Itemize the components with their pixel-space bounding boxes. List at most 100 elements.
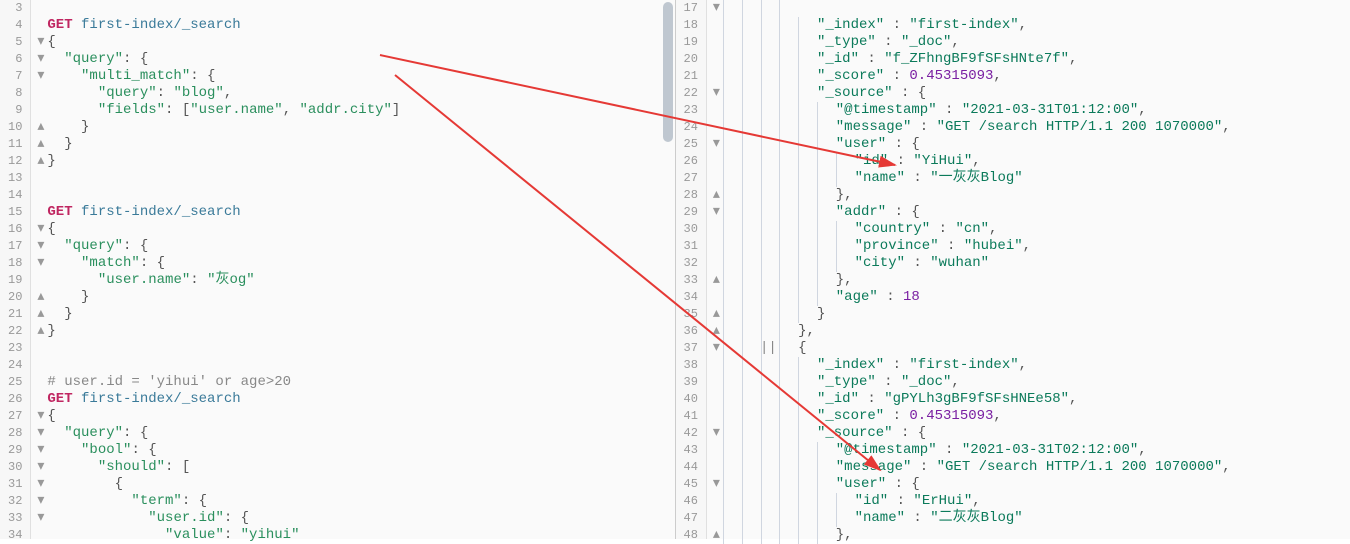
code-line[interactable]	[37, 357, 674, 374]
code-line[interactable]: ▾ "bool": {	[37, 442, 674, 459]
fold-toggle-icon[interactable]: ▾	[37, 442, 47, 459]
code-line[interactable]: "query": "blog",	[37, 85, 674, 102]
fold-toggle-icon[interactable]: ▾	[37, 493, 47, 510]
fold-toggle-icon[interactable]: ▴	[37, 306, 47, 323]
code-line[interactable]: "_index" : "first-index",	[713, 357, 1350, 374]
request-editor-pane[interactable]: 3456789101112131415161718192021222324252…	[0, 0, 676, 539]
code-line[interactable]: ▴ }	[37, 136, 674, 153]
fold-toggle-icon[interactable]: ▾	[713, 340, 723, 357]
code-line[interactable]: "_id" : "f_ZFhngBF9fSFsHNte7f",	[713, 51, 1350, 68]
code-line[interactable]: ▴ }	[713, 306, 1350, 323]
fold-toggle-icon[interactable]: ▾	[713, 204, 723, 221]
fold-toggle-icon[interactable]: ▴	[37, 289, 47, 306]
right-code-area[interactable]: ▾ "_index" : "first-index", "_type" : "_…	[707, 0, 1350, 539]
fold-toggle-icon[interactable]: ▾	[37, 476, 47, 493]
code-line[interactable]: ▾ "should": [	[37, 459, 674, 476]
code-line[interactable]: ▾ "multi_match": {	[37, 68, 674, 85]
pane-splitter-handle[interactable]: ||	[760, 340, 777, 356]
code-line[interactable]: ▴}	[37, 153, 674, 170]
code-line[interactable]: "city" : "wuhan"	[713, 255, 1350, 272]
code-line[interactable]: ▾ "query": {	[37, 238, 674, 255]
fold-toggle-icon[interactable]: ▾	[37, 459, 47, 476]
code-line[interactable]: "_score" : 0.45315093,	[713, 408, 1350, 425]
code-line[interactable]: ▾ "_source" : {	[713, 425, 1350, 442]
fold-toggle-icon[interactable]: ▾	[37, 68, 47, 85]
code-line[interactable]: ▴ }	[37, 306, 674, 323]
code-line[interactable]: ▴ },	[713, 323, 1350, 340]
code-line[interactable]: "message" : "GET /search HTTP/1.1 200 10…	[713, 119, 1350, 136]
fold-toggle-icon[interactable]: ▾	[713, 0, 723, 17]
fold-toggle-icon[interactable]: ▾	[37, 425, 47, 442]
code-line[interactable]: ▾ "term": {	[37, 493, 674, 510]
code-line[interactable]: ▾ "user" : {	[713, 476, 1350, 493]
code-line[interactable]: "_id" : "gPYLh3gBF9fSFsHNEe58",	[713, 391, 1350, 408]
code-line[interactable]: ▾ "user" : {	[713, 136, 1350, 153]
code-line[interactable]: ▴}	[37, 323, 674, 340]
code-line[interactable]: ▴ },	[713, 187, 1350, 204]
code-line[interactable]: ▴ },	[713, 527, 1350, 544]
code-line[interactable]: ▾{	[37, 408, 674, 425]
code-line[interactable]: "name" : "一灰灰Blog"	[713, 170, 1350, 187]
fold-toggle-icon[interactable]: ▾	[37, 408, 47, 425]
fold-toggle-icon[interactable]: ▴	[713, 306, 723, 323]
code-line[interactable]: ▾ "query": {	[37, 425, 674, 442]
code-line[interactable]	[37, 187, 674, 204]
code-line[interactable]: "_index" : "first-index",	[713, 17, 1350, 34]
code-line[interactable]: ▾{	[37, 221, 674, 238]
code-line[interactable]: "@timestamp" : "2021-03-31T01:12:00",	[713, 102, 1350, 119]
fold-toggle-icon[interactable]: ▾	[37, 255, 47, 272]
fold-toggle-icon[interactable]: ▴	[713, 323, 723, 340]
code-line[interactable]: ▾ "addr" : {	[713, 204, 1350, 221]
fold-toggle-icon[interactable]: ▴	[713, 527, 723, 544]
code-line[interactable]: "id" : "ErHui",	[713, 493, 1350, 510]
code-line[interactable]: "_score" : 0.45315093,	[713, 68, 1350, 85]
code-line[interactable]: "age" : 18	[713, 289, 1350, 306]
code-line[interactable]: "fields": ["user.name", "addr.city"]	[37, 102, 674, 119]
code-line[interactable]: "message" : "GET /search HTTP/1.1 200 10…	[713, 459, 1350, 476]
code-line[interactable]	[37, 0, 674, 17]
fold-toggle-icon[interactable]: ▾	[713, 425, 723, 442]
fold-toggle-icon[interactable]: ▴	[37, 323, 47, 340]
code-line[interactable]: "id" : "YiHui",	[713, 153, 1350, 170]
code-line[interactable]: GET first-index/_search	[37, 391, 674, 408]
response-viewer-pane[interactable]: 1718192021222324252627282930313233343536…	[676, 0, 1350, 539]
code-line[interactable]: "@timestamp" : "2021-03-31T02:12:00",	[713, 442, 1350, 459]
code-line[interactable]: "province" : "hubei",	[713, 238, 1350, 255]
fold-toggle-icon[interactable]: ▾	[713, 476, 723, 493]
fold-toggle-icon[interactable]: ▾	[37, 510, 47, 527]
fold-toggle-icon[interactable]: ▾	[713, 136, 723, 153]
code-line[interactable]: GET first-index/_search	[37, 204, 674, 221]
scrollbar-thumb[interactable]	[663, 2, 673, 142]
code-line[interactable]: ▾ "user.id": {	[37, 510, 674, 527]
code-line[interactable]: ▴ },	[713, 272, 1350, 289]
fold-toggle-icon[interactable]: ▴	[37, 136, 47, 153]
code-line[interactable]: "name" : "二灰灰Blog"	[713, 510, 1350, 527]
fold-toggle-icon[interactable]: ▴	[37, 119, 47, 136]
code-line[interactable]	[37, 170, 674, 187]
code-line[interactable]: ▾ "query": {	[37, 51, 674, 68]
code-line[interactable]: "user.name": "灰og"	[37, 272, 674, 289]
code-line[interactable]: ▴ }	[37, 119, 674, 136]
code-line[interactable]: # user.id = 'yihui' or age>20	[37, 374, 674, 391]
fold-toggle-icon[interactable]: ▾	[37, 221, 47, 238]
left-code-area[interactable]: GET first-index/_search▾{▾ "query": {▾ "…	[31, 0, 674, 539]
code-line[interactable]: ▾	[713, 0, 1350, 17]
code-line[interactable]	[37, 340, 674, 357]
code-line[interactable]: ▾ {	[37, 476, 674, 493]
code-line[interactable]: ▾ "_source" : {	[713, 85, 1350, 102]
fold-toggle-icon[interactable]: ▴	[37, 153, 47, 170]
code-line[interactable]: "value": "yihui"	[37, 527, 674, 544]
code-line[interactable]: ▾ "match": {	[37, 255, 674, 272]
fold-toggle-icon[interactable]: ▴	[713, 187, 723, 204]
fold-toggle-icon[interactable]: ▾	[37, 238, 47, 255]
fold-toggle-icon[interactable]: ▾	[37, 51, 47, 68]
fold-toggle-icon[interactable]: ▾	[37, 34, 47, 51]
code-line[interactable]: "_type" : "_doc",	[713, 374, 1350, 391]
fold-toggle-icon[interactable]: ▴	[713, 272, 723, 289]
code-line[interactable]: "_type" : "_doc",	[713, 34, 1350, 51]
code-line[interactable]: ▴ }	[37, 289, 674, 306]
fold-toggle-icon[interactable]: ▾	[713, 85, 723, 102]
code-line[interactable]: ▾{	[37, 34, 674, 51]
code-line[interactable]: GET first-index/_search	[37, 17, 674, 34]
code-line[interactable]: ▾ {	[713, 340, 1350, 357]
